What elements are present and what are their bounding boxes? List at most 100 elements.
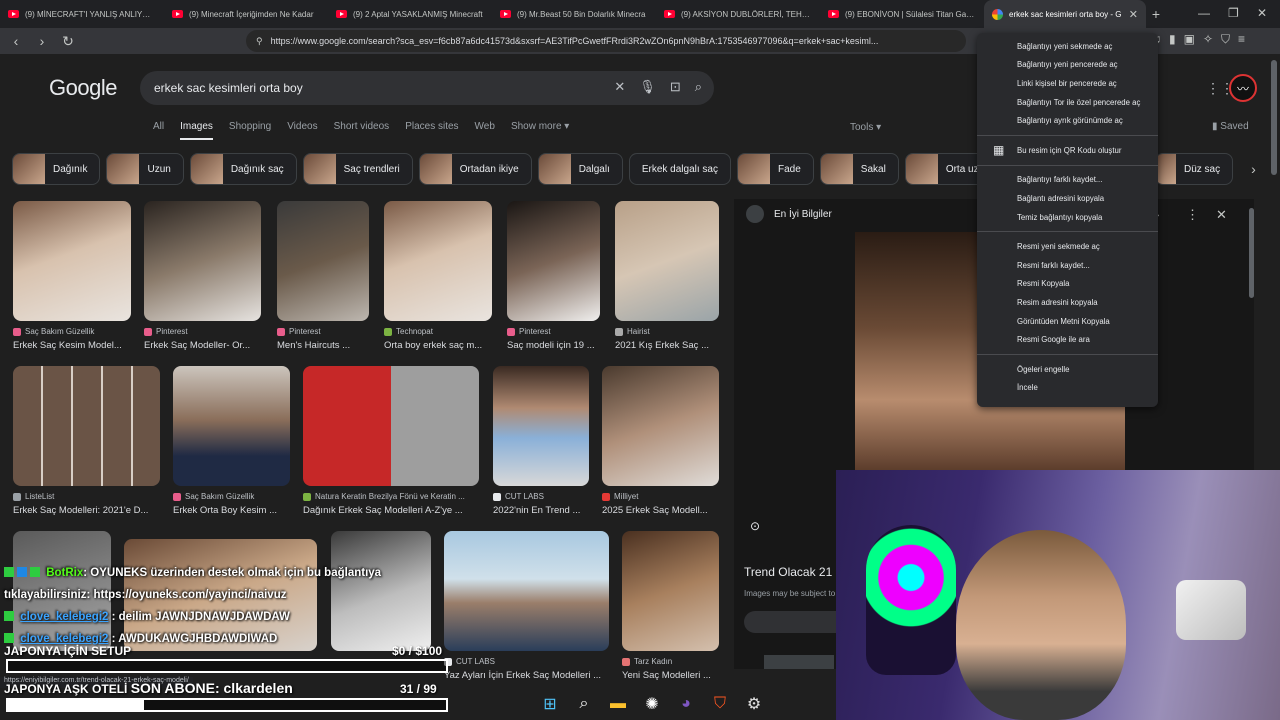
- ctx-open-new-tab[interactable]: Bağlantıyı yeni sekmede aç: [977, 37, 1158, 56]
- tab-images[interactable]: Images: [180, 121, 213, 140]
- filter-chip[interactable]: Saç trendleri: [302, 153, 413, 185]
- result-title[interactable]: Saç modeli için 19 ...: [507, 340, 600, 351]
- search-icon[interactable]: ⌕: [695, 79, 702, 95]
- minimize-icon[interactable]: —: [1198, 6, 1210, 20]
- google-logo[interactable]: Google: [49, 75, 117, 101]
- filter-chip[interactable]: Dağınık: [12, 153, 101, 185]
- image-result[interactable]: CUT LABS 2022'nin En Trend ...: [493, 366, 589, 516]
- tab-places-sites[interactable]: Places sites: [405, 121, 458, 140]
- chatgpt-icon[interactable]: ✺: [642, 694, 662, 714]
- steam-icon[interactable]: ⚙: [744, 694, 764, 714]
- window-close-icon[interactable]: ✕: [1257, 6, 1267, 20]
- search-input[interactable]: erkek sac kesimleri orta boy ✕ 🎙 ⊡ ⌕: [140, 71, 714, 105]
- ctx-save-link-as[interactable]: Bağlantıyı farklı kaydet...: [977, 171, 1158, 190]
- back-icon[interactable]: ‹: [6, 33, 26, 49]
- result-image[interactable]: [173, 366, 290, 486]
- saved-button[interactable]: ▮ Saved: [1212, 121, 1249, 132]
- browser-tab-active[interactable]: erkek sac kesimleri orta boy - G ✕: [984, 0, 1146, 28]
- ctx-search-image-google[interactable]: Resmi Google ile ara: [977, 330, 1158, 349]
- image-result[interactable]: ListeList Erkek Saç Modelleri: 2021'e D.…: [13, 366, 160, 516]
- image-result[interactable]: Saç Bakım Güzellik Erkek Orta Boy Kesim …: [173, 366, 290, 516]
- lens-icon[interactable]: ⊙: [750, 519, 760, 533]
- filter-chip[interactable]: Uzun: [106, 153, 184, 185]
- filter-chip[interactable]: Ortadan ikiye: [418, 153, 532, 185]
- image-result[interactable]: Saç Bakım Güzellik Erkek Saç Kesim Model…: [13, 201, 131, 351]
- maximize-icon[interactable]: ❐: [1228, 6, 1239, 20]
- result-image[interactable]: [507, 201, 600, 321]
- ctx-copy-image-address[interactable]: Resim adresini kopyala: [977, 293, 1158, 312]
- result-image[interactable]: [303, 366, 479, 486]
- ctx-copy-link-address[interactable]: Bağlantı adresini kopyala: [977, 189, 1158, 208]
- ctx-open-new-window[interactable]: Bağlantıyı yeni pencerede aç: [977, 56, 1158, 75]
- result-title[interactable]: Yeni Saç Modelleri ...: [622, 670, 719, 681]
- sidebar-icon[interactable]: ▮: [1169, 32, 1176, 47]
- result-title[interactable]: Orta boy erkek saç m...: [384, 340, 492, 351]
- result-image[interactable]: [277, 201, 369, 321]
- image-result[interactable]: Natura Keratin Brezilya Fönü ve Keratin …: [303, 366, 479, 516]
- tab-show-more[interactable]: Show more ▾: [511, 121, 569, 140]
- chevron-right-icon[interactable]: ›: [1251, 153, 1256, 185]
- result-image[interactable]: [602, 366, 719, 486]
- browser-tab[interactable]: (9) 2 Aptal YASAKLANMIŞ Minecraft: [328, 0, 492, 28]
- close-icon[interactable]: ✕: [1216, 207, 1227, 223]
- result-image[interactable]: [13, 366, 160, 486]
- image-result[interactable]: Pinterest Erkek Saç Modeller- Or...: [144, 201, 261, 351]
- tools-button[interactable]: Tools ▾: [850, 122, 881, 133]
- page-scrollbar[interactable]: [1271, 60, 1277, 175]
- ctx-save-image-as[interactable]: Resmi farklı kaydet...: [977, 256, 1158, 275]
- lens-icon[interactable]: ⊡: [670, 79, 681, 95]
- ctx-block-elements[interactable]: Ögeleri engelle: [977, 360, 1158, 379]
- reload-icon[interactable]: ↻: [58, 33, 78, 50]
- search-icon[interactable]: ⌕: [574, 694, 594, 714]
- image-result[interactable]: CUT LABS Yaz Ayları İçin Erkek Saç Model…: [444, 531, 609, 681]
- menu-icon[interactable]: ≡: [1238, 32, 1245, 47]
- result-image[interactable]: [13, 201, 131, 321]
- tab-shopping[interactable]: Shopping: [229, 121, 271, 140]
- ctx-copy-image[interactable]: Resmi Kopyala: [977, 275, 1158, 294]
- forward-icon[interactable]: ›: [32, 33, 52, 49]
- ctx-create-qr[interactable]: ▦ Bu resim için QR Kodu oluştur: [977, 141, 1158, 160]
- filter-chip[interactable]: Düz saç: [1155, 153, 1234, 185]
- site-info-icon[interactable]: ⚲: [256, 36, 263, 47]
- ctx-open-tor-window[interactable]: Bağlantıyı Tor ile özel pencerede aç: [977, 93, 1158, 112]
- browser-tab[interactable]: (9) Mr.Beast 50 Bin Dolarlık Minecra: [492, 0, 656, 28]
- browser-tab[interactable]: (9) AKSİYON DUBLÖRLERİ, TEHLİKELİ: [656, 0, 820, 28]
- filter-chip[interactable]: Fade: [737, 153, 814, 185]
- clear-icon[interactable]: ✕: [614, 79, 625, 95]
- result-image[interactable]: [144, 201, 261, 321]
- browser-tab[interactable]: (9) Minecraft İçeriğimden Ne Kadar: [164, 0, 328, 28]
- result-title[interactable]: Yaz Ayları İçin Erkek Saç Modelleri ...: [444, 670, 609, 681]
- filter-chip[interactable]: Sakal: [819, 153, 899, 185]
- panel-scrollbar[interactable]: [1249, 208, 1254, 298]
- windows-start-icon[interactable]: ⊞: [540, 694, 560, 714]
- close-tab-icon[interactable]: ✕: [1129, 8, 1138, 21]
- result-title[interactable]: Dağınık Erkek Saç Modelleri A-Z'ye ...: [303, 505, 479, 516]
- result-title[interactable]: 2022'nin En Trend ...: [493, 505, 589, 516]
- preview-site[interactable]: En İyi Bilgiler: [746, 205, 832, 223]
- image-result[interactable]: Technopat Orta boy erkek saç m...: [384, 201, 492, 351]
- result-image[interactable]: [615, 201, 719, 321]
- filter-chip[interactable]: Erkek dalgalı saç: [628, 153, 731, 185]
- ctx-open-split-view[interactable]: Bağlantıyı ayrık görünümde aç: [977, 111, 1158, 130]
- image-result[interactable]: Milliyet 2025 Erkek Saç Modell...: [602, 366, 719, 516]
- filter-chip[interactable]: Dağınık saç: [189, 153, 297, 185]
- more-options-icon[interactable]: ⋮: [1186, 207, 1199, 223]
- tab-web[interactable]: Web: [475, 121, 495, 140]
- ctx-copy-clean-link[interactable]: Temiz bağlantıyı kopyala: [977, 208, 1158, 227]
- file-explorer-icon[interactable]: ▬: [608, 694, 628, 714]
- tab-videos[interactable]: Videos: [287, 121, 317, 140]
- result-title[interactable]: Erkek Saç Modelleri: 2021'e D...: [13, 505, 160, 516]
- brave-icon[interactable]: ⛉: [710, 694, 730, 714]
- result-image[interactable]: [493, 366, 589, 486]
- result-title[interactable]: Erkek Saç Modeller- Or...: [144, 340, 261, 351]
- discord-icon[interactable]: ◕: [676, 694, 696, 714]
- new-tab-button[interactable]: +: [1146, 6, 1166, 22]
- browser-tab[interactable]: (9) EBONİVON | Sülalesi Titan Galiba: [820, 0, 984, 28]
- leo-icon[interactable]: ✧: [1203, 32, 1213, 47]
- preview-thumbnail[interactable]: [764, 655, 834, 669]
- result-image[interactable]: [444, 531, 609, 651]
- result-title[interactable]: 2025 Erkek Saç Modell...: [602, 505, 719, 516]
- image-result[interactable]: Tarz Kadın Yeni Saç Modelleri ...: [622, 531, 719, 681]
- image-result[interactable]: Pinterest Saç modeli için 19 ...: [507, 201, 600, 351]
- avatar[interactable]: 〰: [1229, 74, 1257, 102]
